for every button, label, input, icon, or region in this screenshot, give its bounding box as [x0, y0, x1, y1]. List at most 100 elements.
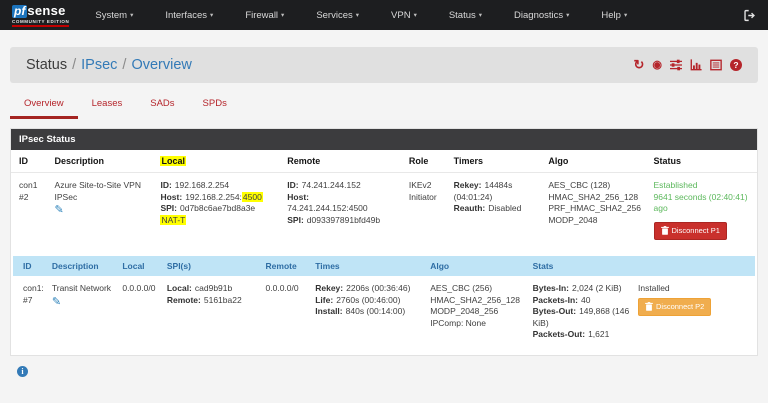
p2-col-actions — [633, 256, 755, 276]
phase1-header-row: ID Description Local Remote Role Timers … — [11, 150, 757, 173]
pfsense-logo-wordmark: pf sense — [12, 3, 69, 18]
chevron-down-icon: ▾ — [210, 12, 214, 19]
p1-description-cell: Azure Site-to-Site VPN IPSec ✎ — [51, 173, 157, 253]
p2-stats-cell: Bytes-In: 2,024 (2 KiB) Packets-In: 40 Byt… — [529, 276, 634, 348]
chevron-down-icon: ▾ — [413, 12, 417, 19]
menu-help-label: Help — [601, 9, 621, 21]
main-menu: System ▾ Interfaces ▾ Firewall ▾ Services ▾ … — [95, 10, 627, 21]
bytes-out-label: Bytes-Out: — [532, 306, 577, 316]
p2-algo-encryption: AES_CBC (256) — [430, 283, 493, 293]
menu-firewall[interactable]: Firewall ▾ — [245, 10, 284, 21]
pencil-icon[interactable]: ✎ — [52, 296, 61, 307]
status-uptime-suffix: ago — [653, 203, 668, 213]
remote-host-label: Host: — [287, 191, 309, 202]
ipsec-tabs: Overview Leases SADs SPDs — [10, 92, 758, 119]
col-remote: Remote — [283, 150, 405, 173]
breadcrumb-bar: Status / IPsec / Overview ↻ ◉ ? — [10, 47, 758, 83]
help-icon[interactable]: ? — [730, 59, 742, 71]
pfsense-logo[interactable]: pf sense COMMUNITY EDITION — [12, 3, 70, 27]
local-host-port-highlight: 4500 — [241, 191, 263, 202]
breadcrumb-section: Status — [26, 57, 68, 73]
role-value: Initiator — [408, 191, 437, 202]
p1-status-cell: Established 9641 seconds (02:40:41) ago … — [650, 173, 757, 253]
local-id-label: ID: — [160, 180, 172, 190]
chevron-down-icon: ▾ — [478, 12, 483, 19]
col-id: ID — [11, 150, 51, 173]
menu-diagnostics-label: Diagnostics — [514, 9, 564, 21]
p2-remote-cell: 0.0.0.0/0 — [265, 283, 299, 293]
page-action-icons: ↻ ◉ ? — [633, 58, 742, 71]
p2-state: Installed — [637, 283, 670, 293]
menu-diagnostics[interactable]: Diagnostics ▾ — [514, 10, 569, 21]
col-algo: Algo — [544, 150, 650, 173]
tab-leases[interactable]: Leases — [78, 92, 137, 119]
spi-remote-label: Remote: — [166, 294, 201, 305]
col-timers: Timers — [449, 150, 545, 173]
disconnect-p1-button[interactable]: Disconnect P1 — [653, 221, 727, 240]
refresh-icon[interactable]: ↻ — [633, 58, 644, 71]
p2-algo-cell: AES_CBC (256) HMAC_SHA2_256_128 MODP_204… — [426, 276, 528, 348]
chart-icon[interactable] — [690, 59, 702, 71]
record-icon[interactable]: ◉ — [652, 59, 662, 71]
breadcrumb-separator: / — [122, 57, 127, 73]
menu-services[interactable]: Services ▾ — [316, 10, 359, 21]
highlighted-local-header: Local — [160, 156, 186, 166]
status-established: Established — [653, 180, 698, 190]
packets-in-value: 40 — [580, 294, 591, 305]
packets-out-value: 1,621 — [588, 329, 610, 339]
p2-rekey-value: 2206s (00:36:46) — [346, 283, 411, 293]
p2-conn-id: con1: — [23, 283, 44, 293]
pfsense-logo-sense: sense — [27, 3, 66, 18]
tab-sads[interactable]: SADs — [136, 92, 188, 119]
p2-description: Transit Network — [51, 283, 112, 293]
p2-install-value: 840s (00:14:00) — [345, 306, 406, 316]
phase2-header-row: ID Description Local SPI(s) Remote Times… — [13, 256, 755, 276]
p1-algo-encryption: AES_CBC (128) — [548, 180, 611, 190]
local-spi-value: 0d7b8c6ae7bd8a3e — [179, 203, 256, 213]
disconnect-p2-button[interactable]: Disconnect P2 — [637, 297, 712, 316]
p1-ike-id: #2 — [19, 191, 29, 202]
p2-col-algo: Algo — [426, 256, 529, 276]
phase2-row: con1: #7 Transit Network ✎ 0.0.0.0/0 Loc… — [13, 276, 755, 348]
top-navbar: pf sense COMMUNITY EDITION System ▾ Interf… — [0, 0, 768, 30]
tab-spds[interactable]: SPDs — [189, 92, 241, 119]
menu-status[interactable]: Status ▾ — [449, 10, 482, 21]
packets-out-label: Packets-Out: — [532, 329, 586, 339]
p2-algo-pfsgroup: MODP_2048_256 — [430, 306, 499, 316]
nat-t-highlight: NAT-T — [160, 214, 187, 225]
remote-id-value: 74.241.244.152 — [301, 180, 361, 190]
log-icon[interactable] — [710, 59, 722, 71]
menu-help[interactable]: Help ▾ — [601, 10, 627, 21]
chevron-down-icon: ▾ — [130, 12, 134, 19]
spi-remote-value: 5161ba22 — [203, 294, 242, 305]
p1-id-cell: con1 #2 — [11, 173, 51, 253]
p1-conn-id: con1 — [19, 180, 38, 190]
sign-out-icon[interactable] — [743, 9, 756, 22]
chevron-down-icon: ▾ — [566, 12, 570, 19]
menu-system[interactable]: System ▾ — [95, 10, 133, 21]
phase1-row: con1 #2 Azure Site-to-Site VPN IPSec ✎ I… — [11, 173, 757, 253]
community-edition-label: COMMUNITY EDITION — [12, 19, 70, 27]
p1-remote-cell: ID: 74.241.244.152 Host: 74.241.244.152:4… — [283, 173, 405, 253]
breadcrumb-link-overview[interactable]: Overview — [131, 57, 191, 73]
breadcrumb-link-ipsec[interactable]: IPsec — [81, 57, 117, 73]
sliders-icon[interactable] — [670, 59, 682, 71]
menu-status-label: Status — [448, 9, 476, 21]
menu-vpn-label: VPN — [391, 9, 411, 21]
menu-vpn[interactable]: VPN ▾ — [391, 10, 417, 21]
p2-col-id: ID — [13, 256, 48, 276]
remote-spi-label: SPI: — [287, 214, 304, 225]
pencil-icon[interactable]: ✎ — [55, 205, 64, 216]
p1-description-line2: IPSec — [54, 191, 78, 202]
p2-times-cell: Rekey: 2206s (00:36:46) Life: 2760s (00:46… — [311, 276, 426, 348]
p2-local-cell: 0.0.0.0/0 — [122, 283, 156, 293]
p1-local-cell: ID: 192.168.2.254 Host: 192.168.2.254:4500… — [156, 173, 283, 253]
remote-host-value: 74.241.244.152:4500 — [287, 203, 368, 213]
p2-rekey-label: Rekey: — [315, 283, 344, 293]
tab-overview[interactable]: Overview — [10, 92, 78, 119]
menu-interfaces[interactable]: Interfaces ▾ — [165, 10, 213, 21]
phase2-table: ID Description Local SPI(s) Remote Times… — [13, 256, 755, 348]
p1-algo-integrity: HMAC_SHA2_256_128 — [548, 191, 639, 202]
p2-life-value: 2760s (00:46:00) — [336, 294, 401, 305]
info-icon[interactable]: i — [17, 365, 28, 377]
